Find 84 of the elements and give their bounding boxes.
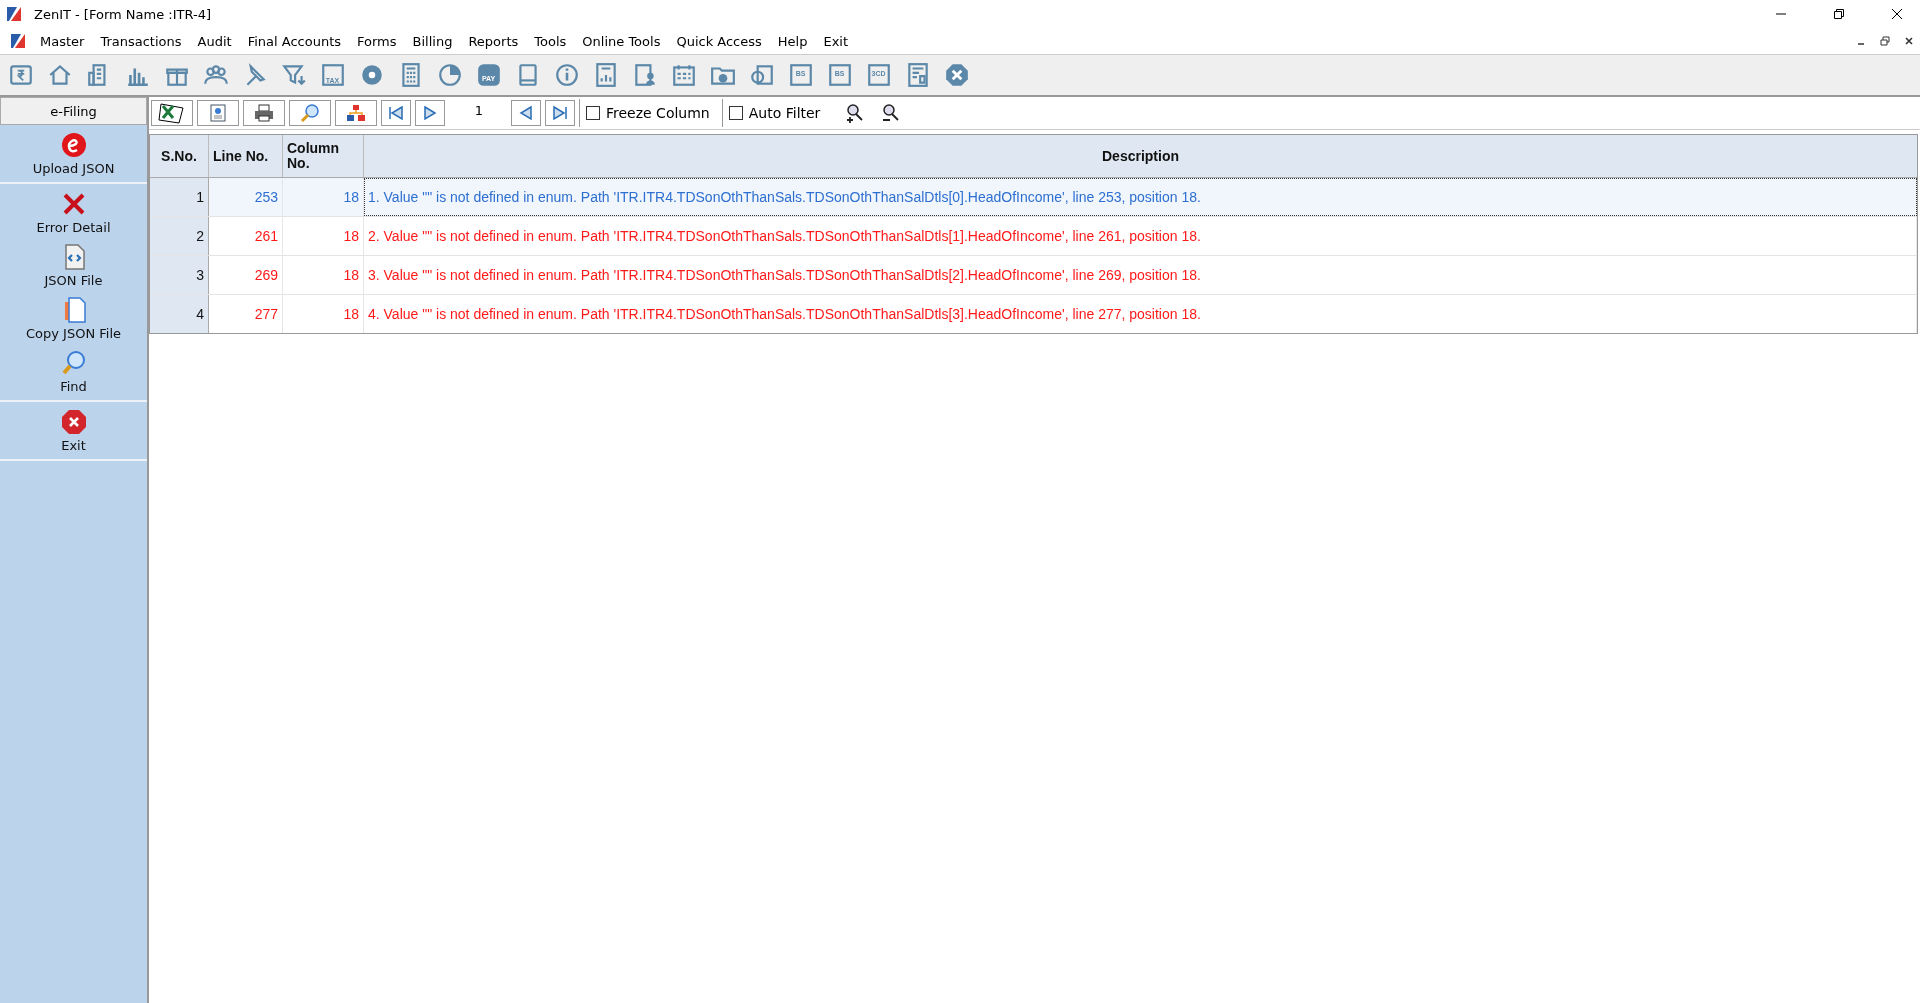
menu-item[interactable]: Master [32,33,93,49]
column-header[interactable]: S.No. [150,135,209,177]
search-button[interactable] [289,100,331,126]
restore-icon[interactable] [1833,8,1845,20]
app-logo-icon [6,6,22,22]
spreadsheet-icon [157,102,187,124]
info-icon [553,62,580,88]
hierarchy-button[interactable] [335,100,377,126]
table-cell: 261 [209,217,283,255]
table-cell: 18 [283,295,364,333]
window-title: ZenIT - [Form Name :ITR-4] [34,6,211,22]
tax-icon [319,62,346,88]
table-row[interactable]: 2 261 18 2. Value "" is not defined in enum. Path 'ITR.ITR4.TDSonOthThanSals.TDSonOthThanSalDtls[1].HeadOfIncome', line 261, position 18. [150,217,1917,256]
table-cell: 1. Value "" is not defined in enum. Path 'ITR.ITR4.TDSonOthThanSals.TDSonOthThanSalDtls[0].HeadOfIncome', line 253, position 18. [364,178,1917,216]
table-row[interactable]: 4 277 18 4. Value "" is not defined in enum. Path 'ITR.ITR4.TDSonOthThanSals.TDSonOthThanSalDtls[3].HeadOfIncome', line 277, position 18. [150,295,1917,333]
rupee-icon [7,62,34,88]
checkbox-option[interactable]: Freeze Column [579,99,720,127]
menu-item[interactable]: Forms [349,33,405,49]
table-cell: 1 [150,178,209,216]
print-button[interactable] [243,100,285,126]
menu-item[interactable]: Quick Access [668,33,770,49]
printer-icon [253,103,275,123]
filter-icon [280,62,307,88]
checkbox-option[interactable]: Auto Filter [721,99,831,127]
magnifier-icon [300,103,320,123]
menu-item[interactable]: Audit [189,33,240,49]
hierarchy-icon [346,103,366,123]
checkbox[interactable] [728,106,743,120]
table-cell: 4 [150,295,209,333]
previous-icon [517,105,535,121]
table-cell: 2 [150,217,209,255]
menu-item[interactable]: Transactions [92,33,190,49]
table-cell: 18 [283,217,364,255]
sidebar-item[interactable]: Exit [0,406,147,455]
table-cell: 253 [209,178,283,216]
exit-icon [59,408,88,436]
pay-icon [475,62,502,88]
first-page-icon [387,105,405,121]
document-button[interactable] [197,100,239,126]
sidebar-item[interactable]: Copy JSON File [0,294,147,343]
checkbox[interactable] [586,106,600,120]
last-page-button[interactable] [545,100,575,126]
sidebar-item[interactable]: Find [0,347,147,396]
document-icon [826,62,853,88]
document-icon [787,62,814,88]
close-icon [943,62,970,88]
column-header[interactable]: Line No. [209,135,283,177]
table-cell: 4. Value "" is not defined in enum. Path 'ITR.ITR4.TDSonOthThanSals.TDSonOthThanSalDtls[3].HeadOfIncome', line 277, position 18. [364,295,1917,333]
menu-item[interactable]: Help [769,33,816,49]
sidebar-item[interactable]: Upload JSON [0,129,147,178]
sidebar-header: e-Filing [0,97,147,125]
table-row[interactable]: 3 269 18 3. Value "" is not defined in enum. Path 'ITR.ITR4.TDSonOthThanSals.TDSonOthThanSalDtls[2].HeadOfIncome', line 269, position 18. [150,256,1917,295]
e-logo-icon [59,131,88,159]
menu-item[interactable]: Tools [526,33,575,49]
app-logo-icon [10,33,26,49]
table-cell: 269 [209,256,283,294]
table-row[interactable]: 1 253 18 1. Value "" is not defined in enum. Path 'ITR.ITR4.TDSonOthThanSals.TDSonOthThanSalDtls[0].HeadOfIncome', line 253, position 18. [150,178,1917,217]
export-button[interactable] [151,100,193,126]
play-icon [421,105,439,121]
sidebar-item[interactable]: JSON File [0,241,147,290]
table-cell: 277 [209,295,283,333]
table-cell: 3 [150,256,209,294]
table-cell: 18 [283,256,364,294]
last-page-icon [551,105,569,121]
pie-chart-icon [436,62,463,88]
menu-item[interactable]: Exit [815,33,857,49]
menu-item[interactable]: Billing [404,33,461,49]
menu-item[interactable]: Online Tools [574,33,669,49]
menu-item[interactable]: Reports [460,33,527,49]
previous-button[interactable] [511,100,541,126]
column-header[interactable]: Description [364,135,1917,177]
calendar-icon [670,62,697,88]
table-cell: 18 [283,178,364,216]
first-page-button[interactable] [381,100,411,126]
document-icon [208,103,228,123]
table-cell: 2. Value "" is not defined in enum. Path 'ITR.ITR4.TDSonOthThanSals.TDSonOthThanSalDtls[1].HeadOfIncome', line 261, position 18. [364,217,1917,255]
sidebar-item[interactable]: Error Detail [0,188,147,237]
next-button[interactable] [415,100,445,126]
page-number: 1 [473,102,485,120]
menu-item[interactable]: Final Accounts [239,33,349,49]
document-icon [865,62,892,88]
close-icon[interactable] [1891,8,1903,20]
column-header[interactable]: Column No. [283,135,364,177]
table-cell: 3. Value "" is not defined in enum. Path 'ITR.ITR4.TDSonOthThanSals.TDSonOthThanSalDtls[2].HeadOfIncome', line 269, position 18. [364,256,1917,294]
